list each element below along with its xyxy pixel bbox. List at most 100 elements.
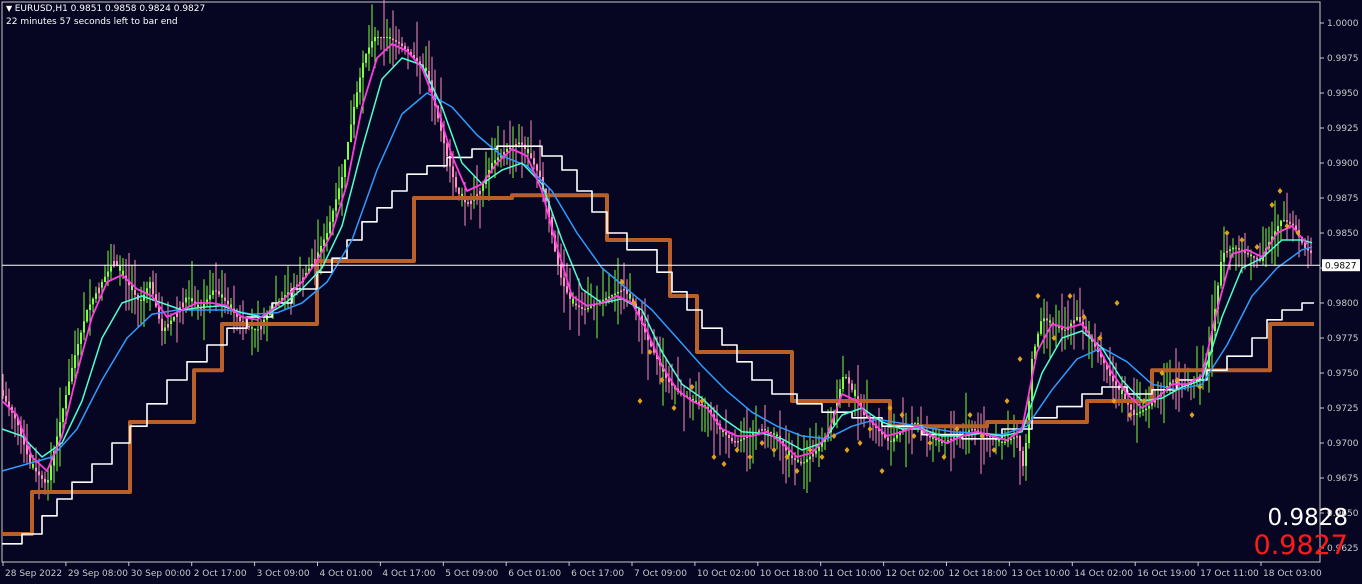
candle-body [254,328,256,331]
candle-body [518,142,520,145]
candle-body [5,395,7,402]
candle-body [35,467,37,472]
candle-body [1145,408,1147,411]
candle-body [1289,221,1291,224]
candle-body [467,202,469,204]
price-chart[interactable]: 1.0000 0.9975 0.9950 0.9925 0.9900 0.9875 0.98… [0,0,1362,584]
candle-body [446,143,448,156]
candle-body [38,471,40,476]
candle-body [791,455,793,459]
candle-body [506,149,508,152]
candle-body [89,304,91,310]
candle-body [347,142,349,160]
candle-body [1013,437,1015,439]
candle-body [479,191,481,195]
candle-body [398,41,400,44]
candle-body [797,459,799,462]
candle-body [728,435,730,438]
candle-body [1277,226,1279,232]
symbol-info: ▼ EURUSD,H1 0.9851 0.9858 0.9824 0.9827 [6,4,205,14]
candle-body [1001,441,1003,443]
x-tick-label: 6 Oct 01:00 [508,569,561,579]
candle-body [62,408,64,422]
symbol-ohlc-label: EURUSD,H1 0.9851 0.9858 0.9824 0.9827 [14,4,206,14]
candle-body [533,158,535,165]
candle-body [770,431,772,434]
candle-body [1073,320,1075,324]
candle-body [365,53,367,63]
candle-body [563,277,565,287]
candle-body [2,390,4,396]
candle-body [1076,317,1078,321]
candle-body [401,43,403,46]
candle-body [1280,220,1282,226]
candle-body [359,77,361,93]
candle-body [497,157,499,161]
plot-frame [1,1,1321,563]
candle-body [371,41,373,48]
candle-body [527,149,529,154]
candle-body [335,199,337,211]
candle-body [1064,329,1066,331]
x-tick-label: 30 Sep 00:00 [131,569,191,579]
candle-body [1133,409,1135,415]
candle-body [536,164,538,171]
candle-body [191,298,193,302]
candle-body [350,124,352,142]
collapse-triangle-icon[interactable]: ▼ [6,4,15,13]
candle-body [530,153,532,159]
x-tick-label: 3 Oct 09:00 [257,569,310,579]
candle-body [353,107,355,125]
y-tick-label: 0.9775 [1327,334,1359,344]
candle-body [1037,333,1039,347]
y-tick-label: 0.9800 [1327,299,1359,309]
candle-body [386,37,388,38]
candle-body [572,298,574,304]
candle-body [329,221,331,233]
candle-body [101,282,103,288]
y-tick-label: 0.9850 [1327,229,1359,239]
x-tick-label: 6 Oct 17:00 [571,569,624,579]
candle-body [494,160,496,163]
candle-body [758,430,760,432]
x-tick-label: 4 Oct 01:00 [320,569,373,579]
candle-body [1121,389,1123,394]
candle-body [80,332,82,344]
candle-body [611,295,613,297]
candle-body [914,423,916,425]
candle-body [143,294,145,301]
candle-body [1079,317,1081,322]
candle-body [1244,251,1246,253]
candle-body [1172,380,1174,383]
candle-body [92,298,94,305]
candle-body [974,429,976,431]
y-tick-label: 0.9675 [1327,474,1359,484]
x-tick-label: 16 Oct 19:00 [1137,569,1196,579]
candle-body [362,62,364,78]
chart-area[interactable]: 1.0000 0.9975 0.9950 0.9925 0.9900 0.9875 0.98… [0,0,1362,584]
x-tick-label: 7 Oct 09:00 [634,569,687,579]
candle-body [614,293,616,295]
candle-body [1010,438,1012,441]
bid-price-display: 0.9828 [1267,505,1348,531]
x-tick-label: 14 Oct 02:00 [1074,569,1133,579]
candle-body [608,296,610,299]
candle-body [623,289,625,291]
candle-body [1148,405,1150,409]
candle-body [776,434,778,436]
candle-body [47,480,49,483]
candle-body [224,297,226,301]
candle-body [326,233,328,240]
x-tick-label: 10 Oct 18:00 [760,569,819,579]
candle-body [968,430,970,432]
candle-body [851,383,853,390]
candle-body [332,210,334,222]
candle-body [1136,413,1138,415]
candle-body [1025,443,1027,466]
candle-body [1310,250,1312,254]
candle-body [377,37,379,38]
candle-body [794,458,796,460]
candle-body [617,292,619,294]
candle-body [188,297,190,299]
candle-body [1016,436,1018,438]
